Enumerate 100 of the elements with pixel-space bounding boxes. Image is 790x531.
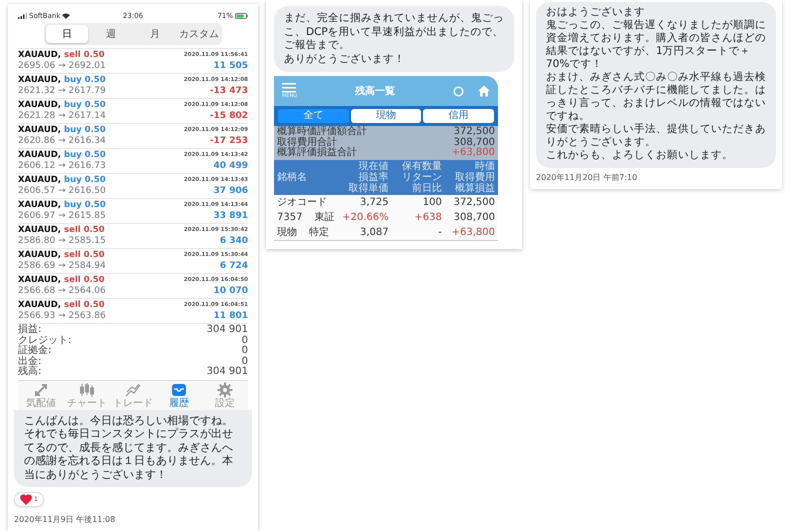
trade-profit: 6 340 xyxy=(218,236,248,247)
nav-tab[interactable]: 設定 xyxy=(202,382,248,408)
period-tab[interactable]: 月 xyxy=(134,25,176,43)
trade-order: sell 0.50 xyxy=(64,50,105,61)
trade-prices: 2586.69 → 2584.94 xyxy=(18,261,107,272)
wifi-icon xyxy=(62,12,70,18)
table-cell: 7357 xyxy=(277,210,302,224)
trade-order: buy 0.50 xyxy=(64,200,106,211)
table-cell: 現物 xyxy=(277,226,297,238)
total-label: 概算時価評価額合計 xyxy=(277,127,367,137)
heart-icon xyxy=(20,494,32,505)
total-label: 概算評価損益合計 xyxy=(277,148,357,158)
arrows-icon xyxy=(33,382,49,398)
trade-symbol: XAUAUD, xyxy=(18,50,62,61)
home-icon[interactable] xyxy=(478,85,490,97)
nav-tab[interactable]: 履歴 xyxy=(156,382,202,408)
refresh-icon[interactable] xyxy=(453,86,464,96)
summary-label: クレジット: xyxy=(18,336,72,346)
message-text: おまけ、みぎさん式〇み〇み水平線も過去検証したところバチバチに機能してました。はっきり言って、おまけレベルの情報ではないですね。 xyxy=(546,71,767,123)
summary-label: 証拠金: xyxy=(18,346,52,356)
trade-prices: 2606.97 → 2615.85 xyxy=(18,211,107,222)
trade-prices: 2566.93 → 2563.86 xyxy=(18,311,107,322)
battery-icon xyxy=(235,12,248,18)
trade-symbol: XAUAUD, xyxy=(18,175,62,186)
trade-order: sell 0.50 xyxy=(64,250,105,261)
summary-label: 残高: xyxy=(18,367,42,378)
summary-label: 出金: xyxy=(18,356,42,366)
table-cell-text: 3,087 xyxy=(359,226,389,238)
table-cell-text: +638 xyxy=(413,210,442,224)
trade-prices: 2606.12 → 2616.73 xyxy=(18,161,107,172)
column-header: 保有数量 xyxy=(402,160,442,172)
trade-order: buy 0.50 xyxy=(64,125,106,136)
table-cell-text: +63,800 xyxy=(450,226,495,238)
column-header: 損益率 xyxy=(358,172,389,182)
trade-symbol: XAUAUD, xyxy=(18,150,62,161)
trade-symbol: XAUAUD, xyxy=(18,75,62,86)
nav-tab[interactable]: 気配値 xyxy=(18,382,64,408)
table-cell: 特定 xyxy=(309,226,329,238)
trade-prices: 2566.68 → 2564.06 xyxy=(18,286,107,297)
table-cell-text: 3,725 xyxy=(359,196,389,208)
filter-tab[interactable]: 現物 xyxy=(350,109,422,123)
table-cell-text: 308,700 xyxy=(452,210,495,224)
trade-prices: 2586.80 → 2585.15 xyxy=(18,236,107,247)
column-header: 取得費用 xyxy=(455,172,495,182)
message-text: 鬼ごっこの、ご報告遅くなりましたが順調に資金増えております。購入者の皆さんほどの結果ではないですが、1万円スタートで＋70%です！ xyxy=(546,19,767,71)
message-timestamp: 2020年11月9日 午後11:08 xyxy=(14,514,116,525)
summary-value: 304 901 xyxy=(206,325,248,336)
trade-symbol: XAUAUD, xyxy=(18,200,62,211)
trade-profit: -13 473 xyxy=(208,86,248,97)
summary-value: 0 xyxy=(242,356,248,366)
trade-order: buy 0.50 xyxy=(64,150,106,161)
column-header: 取得単価 xyxy=(348,182,389,194)
total-label: 取得費用合計 xyxy=(277,138,337,148)
trade-prices: 2695.06 → 2692.01 xyxy=(18,61,107,72)
total-value: 308,700 xyxy=(454,138,495,148)
period-tab[interactable]: カスタム xyxy=(178,25,220,43)
column-header: 前日比 xyxy=(412,182,442,194)
table-cell-text: +20.66% xyxy=(341,210,389,224)
message-text: ご報告まで。 xyxy=(284,39,351,52)
total-value: +63,800 xyxy=(452,148,495,158)
table-cell: 東証 xyxy=(314,210,334,224)
trade-order: sell 0.50 xyxy=(64,225,105,236)
trade-profit: 37 906 xyxy=(212,186,248,197)
trade-order: sell 0.50 xyxy=(64,275,105,286)
trade-symbol: XAUAUD, xyxy=(18,250,62,261)
trade-profit: 33 891 xyxy=(212,211,248,222)
signal-icon xyxy=(18,12,27,18)
trade-profit: 11 801 xyxy=(212,311,248,322)
table-cell-text: - xyxy=(437,226,442,238)
message-timestamp: 2020年11月20日 午前7:10 xyxy=(536,172,638,183)
nav-tab[interactable]: チャート xyxy=(64,382,110,408)
summary-value: 304 901 xyxy=(206,367,248,378)
summary-value: 0 xyxy=(242,336,248,346)
trade-profit: 40 499 xyxy=(212,161,248,172)
table-cell: ジオコード xyxy=(277,196,327,208)
screen-title: 残高一覧 xyxy=(354,84,396,98)
filter-tab[interactable]: 全て xyxy=(278,109,349,123)
message-bubble: こんばんは。今日は恐ろしい相場ですね。それでも毎日コンスタントにプラスが出せてるので、成長を感じてます。みぎさんへの感謝を忘れる日は１日もありません。本当にありがとうございます！ xyxy=(14,410,252,487)
column-header: 時価 xyxy=(475,160,495,172)
period-tab[interactable]: 日 xyxy=(46,25,88,43)
trade-symbol: XAUAUD, xyxy=(18,125,62,136)
nav-tab[interactable]: トレード xyxy=(110,382,156,408)
trade-profit: 11 505 xyxy=(212,61,248,72)
filter-tab[interactable]: 信用 xyxy=(423,109,494,123)
candlestick-icon xyxy=(79,382,95,398)
line-chart-icon xyxy=(125,382,141,398)
table-cell-text: 100 xyxy=(422,196,442,208)
trade-profit: -15 802 xyxy=(208,111,248,122)
trade-symbol: XAUAUD, xyxy=(18,275,62,286)
trade-order: buy 0.50 xyxy=(64,100,106,111)
trade-symbol: XAUAUD, xyxy=(18,225,62,236)
message-text: ありがとうございます！ xyxy=(284,52,406,66)
period-tab[interactable]: 週 xyxy=(90,25,132,43)
message-text: まだ、完全に掴みきれていませんが、鬼ごっこ、DCPを用いて早速利益が出ましたので、 xyxy=(284,12,505,39)
trade-order: buy 0.50 xyxy=(64,175,106,186)
trade-prices: 2621.28 → 2617.14 xyxy=(18,111,107,122)
column-header: 現在値 xyxy=(358,160,389,172)
total-value: 372,500 xyxy=(454,127,495,138)
trade-symbol: XAUAUD, xyxy=(18,300,62,311)
column-header: 銘柄名 xyxy=(277,172,307,182)
